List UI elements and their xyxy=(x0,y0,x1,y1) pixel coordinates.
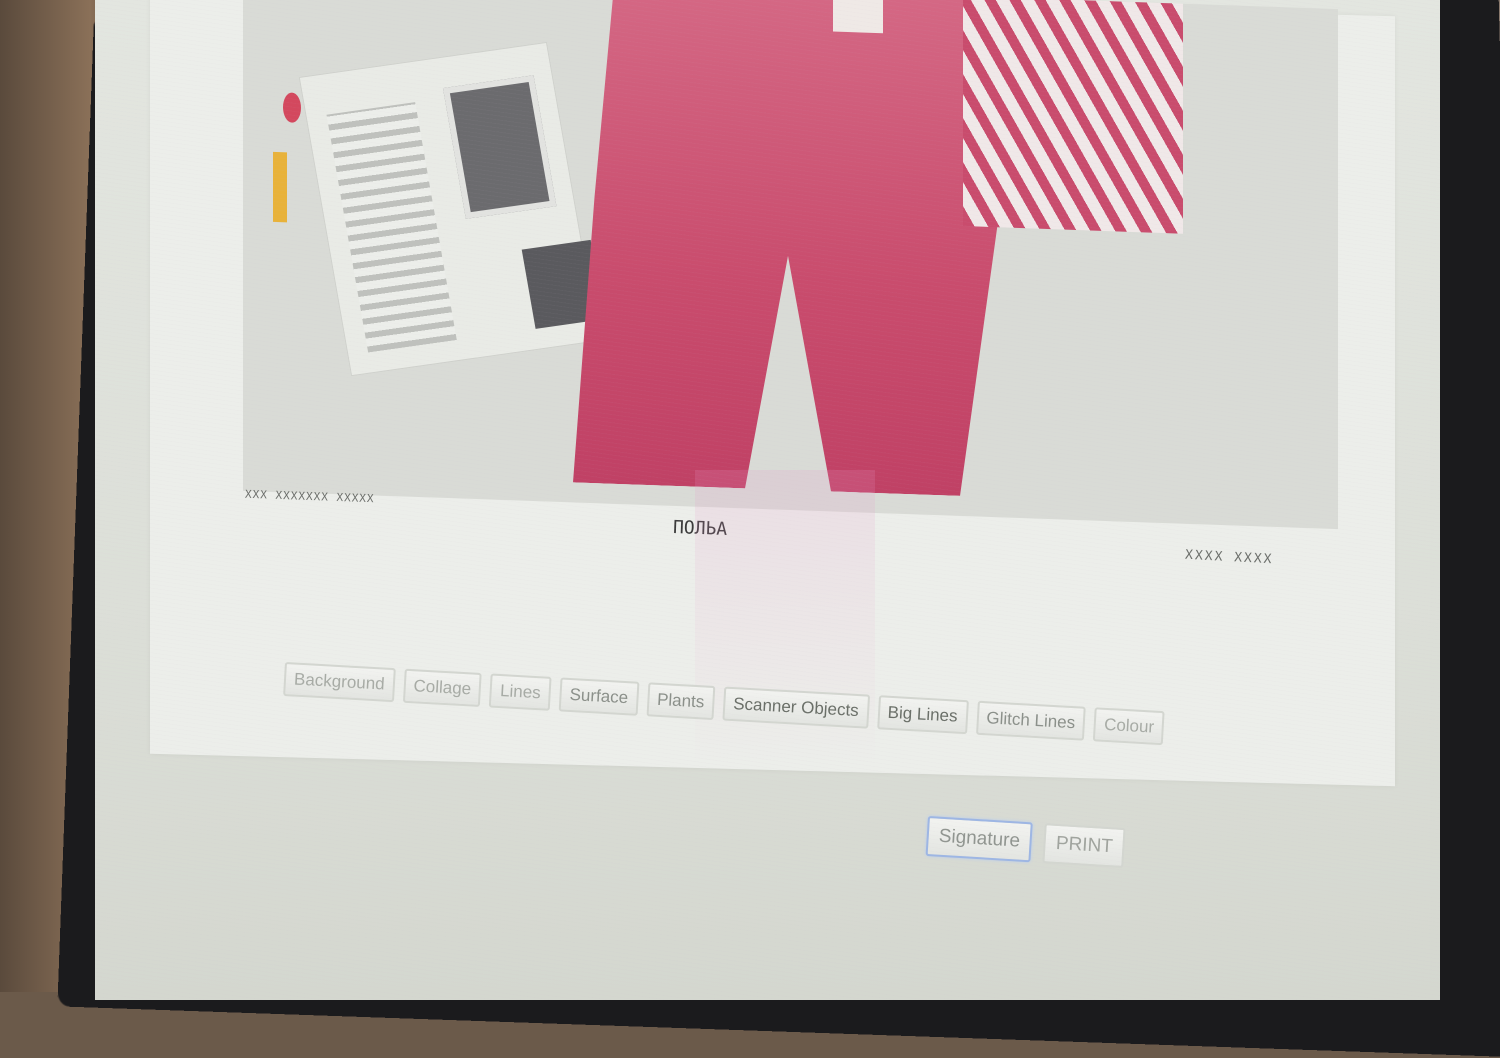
plants-button[interactable]: Plants xyxy=(646,682,716,720)
red-shape xyxy=(283,92,301,123)
lines-button[interactable]: Lines xyxy=(489,673,552,711)
scanner-machine-image xyxy=(298,41,605,377)
colour-button[interactable]: Colour xyxy=(1093,707,1166,746)
monitor-screen: XXX XXXXXXX XXXXX ПОЛЬА XXXX XXXX Backgr… xyxy=(95,0,1440,1000)
machine-display-image xyxy=(442,75,557,219)
signature-button[interactable]: Signature xyxy=(925,816,1034,863)
artwork-preview xyxy=(243,0,1338,530)
striped-pattern xyxy=(963,0,1183,234)
big-lines-button[interactable]: Big Lines xyxy=(876,695,969,735)
yellow-shape xyxy=(273,151,287,223)
glitch-lines-button[interactable]: Glitch Lines xyxy=(975,700,1087,741)
surface-button[interactable]: Surface xyxy=(558,677,640,716)
background-button[interactable]: Background xyxy=(283,662,396,703)
action-toolbar: Signature PRINT xyxy=(925,816,1126,869)
pink-figure-image xyxy=(573,0,1003,497)
keyboard-image xyxy=(326,102,457,353)
artwork-signature: ПОЛЬА xyxy=(672,517,728,540)
collage-button[interactable]: Collage xyxy=(402,668,483,707)
print-button[interactable]: PRINT xyxy=(1042,823,1126,869)
white-block xyxy=(833,0,883,34)
